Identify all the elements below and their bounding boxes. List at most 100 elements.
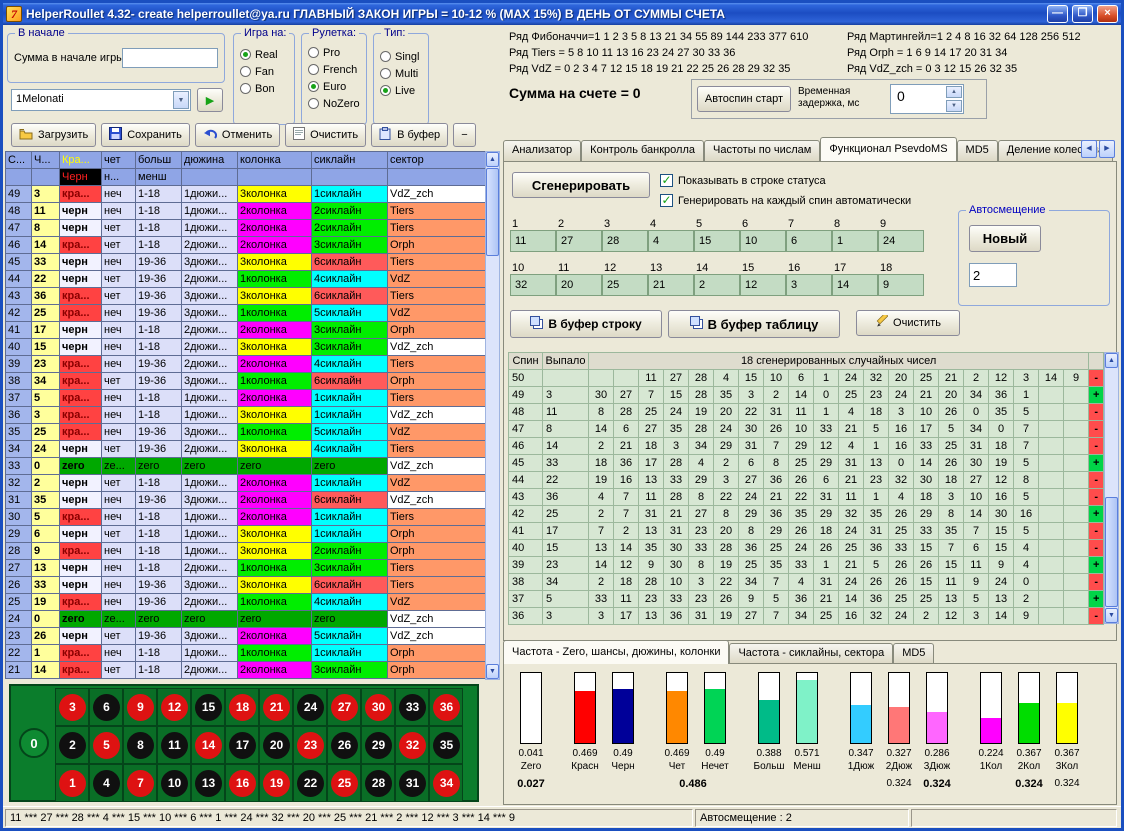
table-row[interactable]: 422527312127829363529323526298143016+ bbox=[509, 506, 1104, 523]
radio-real[interactable]: Real bbox=[240, 46, 278, 63]
load-button[interactable]: Загрузить bbox=[11, 123, 96, 147]
tab-scroll-left-icon[interactable]: ◀ bbox=[1081, 140, 1097, 158]
board-cell-29[interactable]: 29 bbox=[361, 726, 395, 764]
table-row[interactable]: 37533112333232695362114362525135132+ bbox=[509, 591, 1104, 608]
radio-singl[interactable]: Singl bbox=[380, 48, 419, 65]
generated-scrollbar-thumb[interactable] bbox=[1105, 497, 1118, 607]
radio-icon[interactable] bbox=[380, 51, 391, 62]
column-header[interactable]: чет bbox=[102, 152, 136, 169]
table-row[interactable]: 4811828252419202231111418310260355- bbox=[509, 404, 1104, 421]
scroll-down-icon[interactable]: ▼ bbox=[486, 664, 499, 679]
column-header[interactable] bbox=[312, 169, 388, 186]
checkbox-autogen-box[interactable]: ✓ bbox=[660, 194, 673, 207]
table-row[interactable]: 221кра...неч1-181дюжи...1колонка1сиклайн… bbox=[6, 645, 486, 662]
column-header[interactable]: колонка bbox=[238, 152, 312, 169]
board-cell-2[interactable]: 2 bbox=[55, 726, 89, 764]
board-cell-1[interactable]: 1 bbox=[55, 764, 89, 802]
board-cell-11[interactable]: 11 bbox=[157, 726, 191, 764]
board-cell-12[interactable]: 12 bbox=[157, 688, 191, 726]
tab--[interactable]: Анализатор bbox=[503, 140, 581, 161]
collapse-button[interactable]: − bbox=[453, 123, 475, 147]
table-row[interactable]: 478чернчет1-181дюжи...2колонка2сиклайнTi… bbox=[6, 220, 486, 237]
spinner-down-icon[interactable]: ▼ bbox=[946, 100, 962, 112]
table-row[interactable]: 3135черннеч19-363дюжи...2колонка6сиклайн… bbox=[6, 492, 486, 509]
clear-generated-button[interactable]: Очистить bbox=[856, 310, 960, 336]
autospin-button[interactable]: Автоспин старт bbox=[697, 86, 791, 112]
scroll-up-icon[interactable]: ▲ bbox=[486, 152, 499, 167]
radio-icon[interactable] bbox=[240, 83, 251, 94]
table-row[interactable]: 2519кра...неч19-362дюжи...1колонка4сикла… bbox=[6, 594, 486, 611]
board-cell-3[interactable]: 3 bbox=[55, 688, 89, 726]
column-header[interactable]: Ч... bbox=[32, 152, 60, 169]
board-cell-4[interactable]: 4 bbox=[89, 764, 123, 802]
tab--psevdoms[interactable]: Функционал PsevdoMS bbox=[820, 137, 956, 161]
column-header[interactable]: менш bbox=[136, 169, 182, 186]
checkbox-autogen-row[interactable]: ✓ Генерировать на каждый спин автоматиче… bbox=[660, 194, 911, 207]
delay-spinner[interactable]: 0 ▲ ▼ bbox=[890, 84, 964, 114]
table-row[interactable]: 2114кра...чет1-182дюжи...2колонка3сиклай… bbox=[6, 662, 486, 679]
minimize-button[interactable]: — bbox=[1047, 5, 1068, 23]
radio-icon[interactable] bbox=[308, 81, 319, 92]
column-header[interactable]: больш bbox=[136, 152, 182, 169]
column-header[interactable] bbox=[182, 169, 238, 186]
board-cell-33[interactable]: 33 bbox=[395, 688, 429, 726]
board-cell-35[interactable]: 35 bbox=[429, 726, 463, 764]
chevron-down-icon[interactable]: ▼ bbox=[173, 91, 189, 109]
radio-bon[interactable]: Bon bbox=[240, 80, 278, 97]
board-cell-36[interactable]: 36 bbox=[429, 688, 463, 726]
generated-scrollbar[interactable]: ▲ ▼ bbox=[1104, 352, 1119, 624]
history-scrollbar[interactable]: ▲ ▼ bbox=[485, 151, 500, 680]
board-cell-19[interactable]: 19 bbox=[259, 764, 293, 802]
board-cell-28[interactable]: 28 bbox=[361, 764, 395, 802]
board-cell-21[interactable]: 21 bbox=[259, 688, 293, 726]
radio-live[interactable]: Live bbox=[380, 82, 419, 99]
run-button[interactable]: ▶ bbox=[197, 88, 223, 112]
table-row[interactable]: 375кра...неч1-181дюжи...2колонка1сиклайн… bbox=[6, 390, 486, 407]
radio-icon[interactable] bbox=[308, 64, 319, 75]
column-header[interactable] bbox=[388, 169, 486, 186]
radio-icon[interactable] bbox=[308, 47, 319, 58]
board-cell-25[interactable]: 25 bbox=[327, 764, 361, 802]
board-cell-30[interactable]: 30 bbox=[361, 688, 395, 726]
table-row[interactable]: 296чернчет1-181дюжи...3колонка1сиклайнOr… bbox=[6, 526, 486, 543]
table-row[interactable]: 493кра...неч1-181дюжи...3колонка1сиклайн… bbox=[6, 186, 486, 203]
radio-icon[interactable] bbox=[308, 98, 319, 109]
radio-icon[interactable] bbox=[380, 68, 391, 79]
copy-table-button[interactable]: В буфер таблицу bbox=[668, 310, 840, 338]
table-row[interactable]: 3923141293081925353312152626151194+ bbox=[509, 557, 1104, 574]
board-cell-17[interactable]: 17 bbox=[225, 726, 259, 764]
undo-button[interactable]: Отменить bbox=[195, 123, 280, 147]
table-row[interactable]: 4015131435303328362524262536331576154- bbox=[509, 540, 1104, 557]
table-row[interactable]: 3834218281032234743124262615119240- bbox=[509, 574, 1104, 591]
table-row[interactable]: 4015черннеч1-182дюжи...3колонка3сиклайнV… bbox=[6, 339, 486, 356]
table-row[interactable]: 41177213312320829261824312533357155- bbox=[509, 523, 1104, 540]
column-header[interactable]: сиклайн bbox=[312, 152, 388, 169]
tab--[interactable]: Частоты по числам bbox=[704, 140, 820, 161]
radio-pro[interactable]: Pro bbox=[308, 44, 360, 61]
board-cell-5[interactable]: 5 bbox=[89, 726, 123, 764]
table-row[interactable]: 50112728415106124322025212123149- bbox=[509, 370, 1104, 387]
history-scrollbar-thumb[interactable] bbox=[486, 168, 499, 256]
table-row[interactable]: 4811черннеч1-181дюжи...2колонка2сиклайнT… bbox=[6, 203, 486, 220]
column-header-hit[interactable]: Выпало bbox=[543, 353, 589, 370]
table-row[interactable]: 4225кра...неч19-363дюжи...1колонка5сикла… bbox=[6, 305, 486, 322]
table-row[interactable]: 240zeroze...zerozerozerozeroVdZ_zch bbox=[6, 611, 486, 628]
table-row[interactable]: 2633черннеч19-363дюжи...3колонка6сиклайн… bbox=[6, 577, 486, 594]
scroll-up-icon[interactable]: ▲ bbox=[1105, 353, 1118, 368]
board-cell-26[interactable]: 26 bbox=[327, 726, 361, 764]
board-cell-22[interactable]: 22 bbox=[293, 764, 327, 802]
table-row[interactable]: 3923кра...неч19-362дюжи...2колонка4сикла… bbox=[6, 356, 486, 373]
preset-combobox[interactable]: 1Melonati ▼ bbox=[11, 89, 191, 111]
column-header[interactable] bbox=[238, 169, 312, 186]
table-row[interactable]: 363кра...неч1-181дюжи...3колонка1сиклайн… bbox=[6, 407, 486, 424]
table-row[interactable]: 3834кра...чет19-363дюжи...1колонка6сикла… bbox=[6, 373, 486, 390]
table-row[interactable]: 289кра...неч1-181дюжи...3колонка2сиклайн… bbox=[6, 543, 486, 560]
board-cell-18[interactable]: 18 bbox=[225, 688, 259, 726]
table-row[interactable]: 4614кра...чет1-182дюжи...2колонка3сиклай… bbox=[6, 237, 486, 254]
table-row[interactable]: 4533183617284268252931130142630195+ bbox=[509, 455, 1104, 472]
clear-button[interactable]: Очистить bbox=[285, 123, 366, 147]
radio-nozero[interactable]: NoZero bbox=[308, 95, 360, 112]
freq-tab--[interactable]: Частота - сиклайны, сектора bbox=[729, 643, 893, 664]
freq-tab-md5[interactable]: MD5 bbox=[893, 643, 934, 664]
board-cell-20[interactable]: 20 bbox=[259, 726, 293, 764]
